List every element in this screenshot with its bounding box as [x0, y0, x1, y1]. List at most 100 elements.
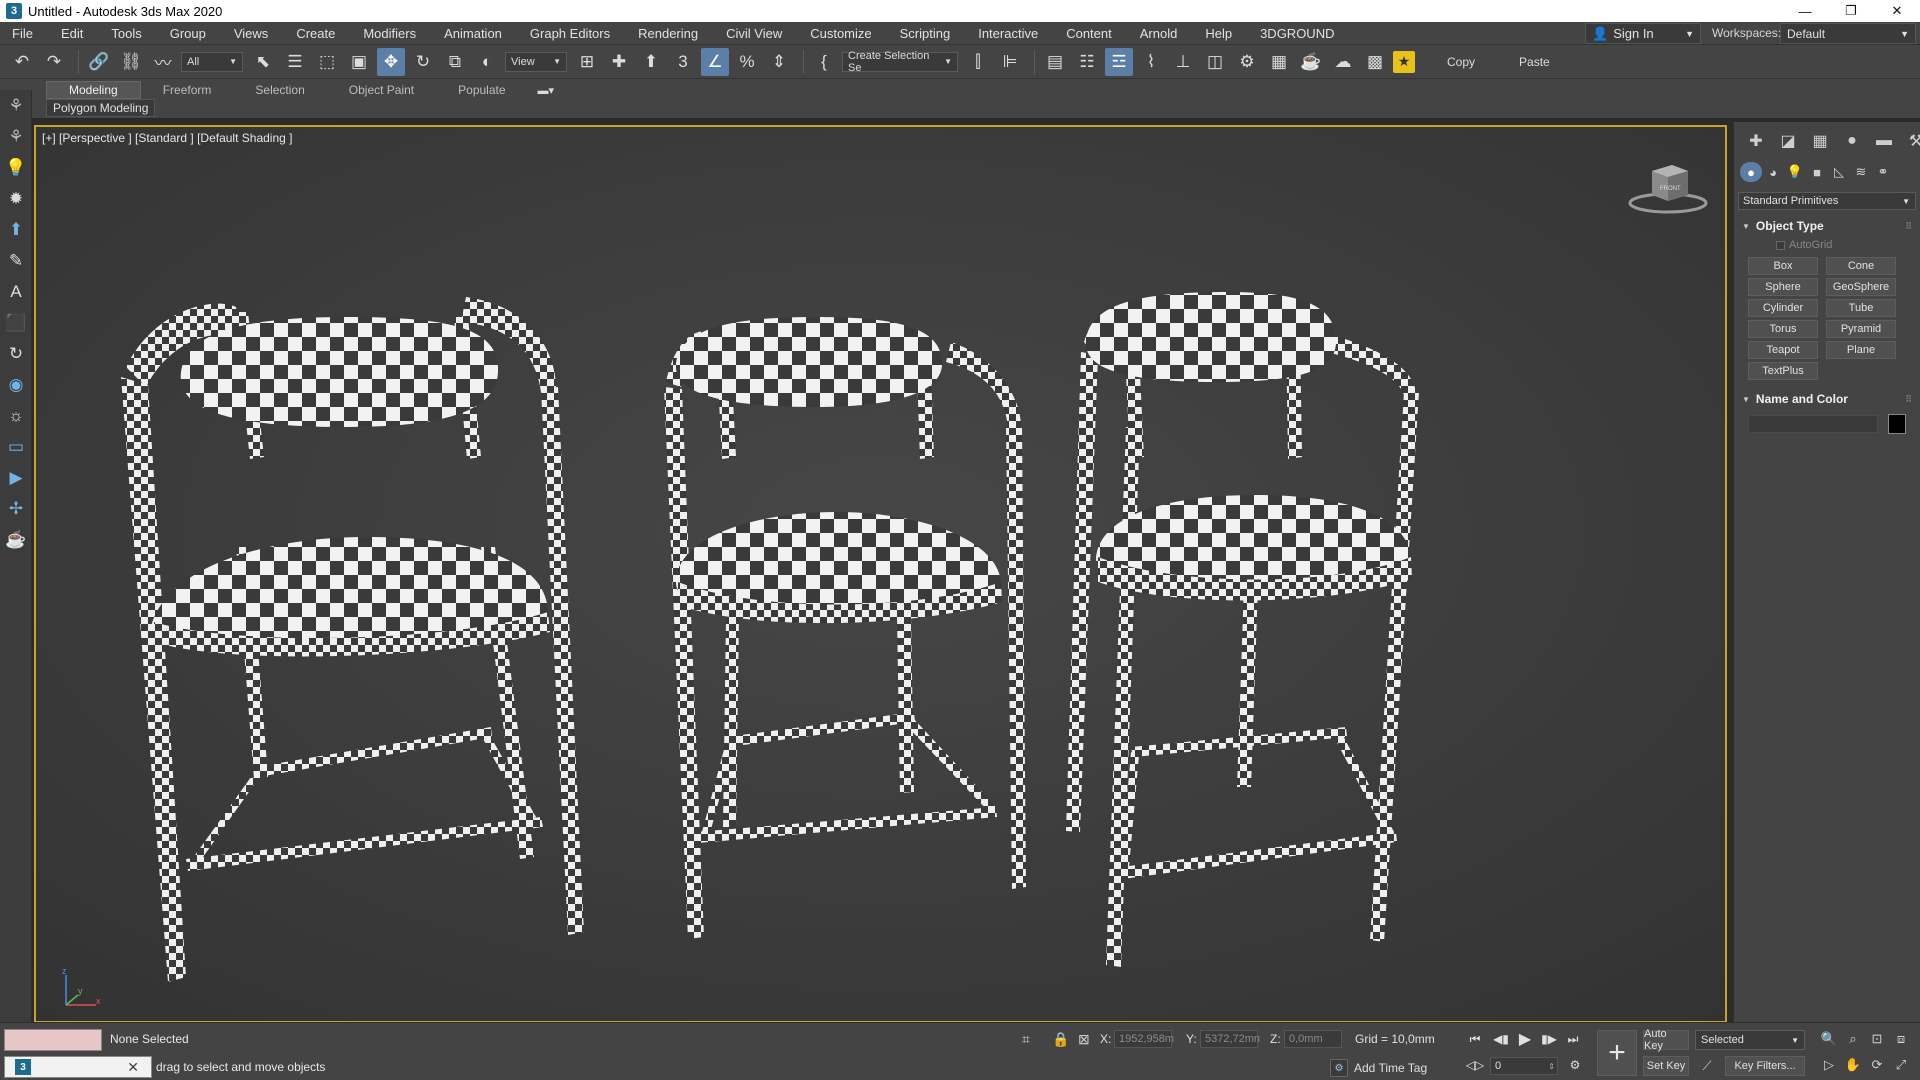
grid-icon[interactable]: ✢	[0, 493, 32, 524]
menu-views[interactable]: Views	[220, 22, 282, 45]
spinner-snap-icon[interactable]: ⇕	[765, 48, 793, 76]
viewport-label[interactable]: [+] [Perspective ] [Standard ] [Default …	[42, 131, 292, 145]
select-and-rotate-icon[interactable]: ↻	[409, 48, 437, 76]
zoom-extents-all-icon[interactable]: ⧈	[1890, 1029, 1912, 1049]
autogrid-checkbox[interactable]: AutoGrid	[1776, 239, 1832, 251]
y-coordinate-field[interactable]: 5372,72mn	[1200, 1030, 1260, 1048]
geosphere-button[interactable]: GeoSphere	[1826, 278, 1896, 296]
pivot-center-icon[interactable]: ⊞	[573, 48, 601, 76]
add-time-tag[interactable]: ⚙ Add Time Tag	[1330, 1059, 1427, 1077]
toggle-ribbon-icon[interactable]: ☷	[1073, 48, 1101, 76]
pan-icon[interactable]: ✋	[1842, 1055, 1864, 1075]
undo-icon[interactable]: ↶	[8, 48, 36, 76]
tab-freeform[interactable]: Freeform	[141, 81, 234, 99]
menu-edit[interactable]: Edit	[47, 22, 97, 45]
motion-panel-icon[interactable]: ●	[1836, 130, 1868, 152]
menu-scripting[interactable]: Scripting	[886, 22, 965, 45]
current-frame-field[interactable]: 0 ⇕	[1490, 1057, 1558, 1075]
workspace-dropdown[interactable]: Default ▼	[1780, 23, 1916, 44]
layer-explorer-icon[interactable]: ▤	[1041, 48, 1069, 76]
box-icon[interactable]: ▭	[0, 431, 32, 462]
textplus-button[interactable]: TextPlus	[1748, 362, 1818, 380]
bind-space-warp-icon[interactable]: 〰	[149, 48, 177, 76]
material-editor-icon[interactable]: ◫	[1201, 48, 1229, 76]
pyramid-button[interactable]: Pyramid	[1826, 320, 1896, 338]
name-and-color-rollout[interactable]: ▼ Name and Color ⠿	[1738, 390, 1916, 408]
camera-icon[interactable]: ⬛	[0, 307, 32, 338]
object-type-rollout[interactable]: ▼ Object Type ⠿	[1738, 217, 1916, 235]
helpers-icon[interactable]: ◺	[1828, 162, 1850, 182]
menu-content[interactable]: Content	[1052, 22, 1126, 45]
copy-button[interactable]: Copy	[1433, 55, 1489, 69]
ribbon-options-icon[interactable]: ▬▾	[538, 84, 555, 97]
key-filters-button[interactable]: Key Filters...	[1725, 1056, 1805, 1076]
spinner-icon[interactable]: ⇕	[1548, 1062, 1555, 1071]
redo-icon[interactable]: ↷	[40, 48, 68, 76]
zoom-icon[interactable]: 🔍	[1818, 1029, 1840, 1049]
render-iterative-icon[interactable]: ▩	[1361, 48, 1389, 76]
render-production-icon[interactable]: ☕	[1297, 48, 1325, 76]
sign-in-button[interactable]: 👤 Sign In ▼	[1585, 23, 1701, 44]
key-mode-dropdown[interactable]: Selected ▼	[1695, 1030, 1805, 1050]
modify-panel-icon[interactable]: ◪	[1772, 130, 1804, 152]
light-icon[interactable]: 💡	[0, 152, 32, 183]
rectangular-selection-icon[interactable]: ⬚	[313, 48, 341, 76]
keyboard-shortcut-override-icon[interactable]: ⬆	[637, 48, 665, 76]
key-mode-icon[interactable]: ◁▷	[1464, 1055, 1486, 1075]
menu-create[interactable]: Create	[282, 22, 349, 45]
object-name-field[interactable]	[1748, 415, 1878, 433]
menu-group[interactable]: Group	[156, 22, 220, 45]
window-crossing-icon[interactable]: ▣	[345, 48, 373, 76]
menu-interactive[interactable]: Interactive	[964, 22, 1052, 45]
zoom-extents-icon[interactable]: ⊡	[1866, 1029, 1888, 1049]
set-keys-button[interactable]: +	[1597, 1030, 1637, 1076]
menu-arnold[interactable]: Arnold	[1126, 22, 1192, 45]
display-panel-icon[interactable]: ▬	[1868, 130, 1900, 152]
play-icon[interactable]: ▶	[1514, 1029, 1536, 1049]
go-to-end-icon[interactable]: ⏭	[1562, 1029, 1584, 1049]
edit-named-selection-icon[interactable]: {	[810, 48, 838, 76]
rendered-frame-window-icon[interactable]: ▦	[1265, 48, 1293, 76]
select-by-name-icon[interactable]: ☰	[281, 48, 309, 76]
mirror-icon[interactable]: ⫿	[964, 48, 992, 76]
minimize-button[interactable]: —	[1782, 0, 1828, 22]
z-coordinate-field[interactable]: 0,0mm	[1284, 1030, 1342, 1048]
previous-frame-icon[interactable]: ◀▮	[1490, 1029, 1512, 1049]
menu-customize[interactable]: Customize	[796, 22, 885, 45]
plane-button[interactable]: Plane	[1826, 341, 1896, 359]
utilities-panel-icon[interactable]: ⚒	[1900, 130, 1920, 152]
orbit-icon[interactable]: ⟳	[1866, 1055, 1888, 1075]
named-selection-dropdown[interactable]: Create Selection Se ▼	[842, 50, 958, 74]
space-warps-icon[interactable]: ≋	[1850, 162, 1872, 182]
tab-selection[interactable]: Selection	[233, 81, 326, 99]
x-coordinate-field[interactable]: 1952,958m	[1114, 1030, 1174, 1048]
polygon-modeling-panel[interactable]: Polygon Modeling	[46, 99, 156, 117]
scene-explorer-icon[interactable]: ⚘	[0, 90, 32, 121]
maxscript-mini-listener[interactable]: 3 ✕	[4, 1056, 152, 1078]
field-of-view-icon[interactable]: ▷	[1818, 1055, 1840, 1075]
selection-filter-dropdown[interactable]: All ▼	[181, 51, 243, 72]
angle-snap-icon[interactable]: ∠	[701, 47, 729, 76]
sun-icon[interactable]: ✹	[0, 183, 32, 214]
select-object-icon[interactable]: ⬉	[249, 48, 277, 76]
menu-3dground[interactable]: 3DGROUND	[1246, 22, 1348, 45]
viewcube[interactable]: FRONT	[1628, 157, 1708, 215]
sphere-button[interactable]: Sphere	[1748, 278, 1818, 296]
select-and-scale-icon[interactable]: ⧉	[441, 48, 469, 76]
brush-icon[interactable]: ✎	[0, 245, 32, 276]
sphere-icon[interactable]: ◉	[0, 369, 32, 400]
select-and-place-icon[interactable]: ◐	[473, 48, 501, 76]
menu-civil-view[interactable]: Civil View	[712, 22, 796, 45]
rotate-icon[interactable]: ↻	[0, 338, 32, 369]
absolute-mode-icon[interactable]: ⊠	[1078, 1031, 1090, 1048]
layer-manager-icon[interactable]: ⚘	[0, 121, 32, 152]
tab-object-paint[interactable]: Object Paint	[327, 81, 436, 99]
curve-editor-icon[interactable]: ⌇	[1137, 48, 1165, 76]
cylinder-button[interactable]: Cylinder	[1748, 299, 1818, 317]
maximize-viewport-icon[interactable]: ⤢	[1890, 1055, 1912, 1075]
go-to-start-icon[interactable]: ⏮	[1464, 1029, 1486, 1049]
primitive-category-dropdown[interactable]: Standard Primitives ▼	[1738, 192, 1916, 210]
align-icon[interactable]: ⊫	[996, 48, 1024, 76]
render-setup-icon[interactable]: ⚙	[1233, 48, 1261, 76]
tab-populate[interactable]: Populate	[436, 81, 527, 99]
